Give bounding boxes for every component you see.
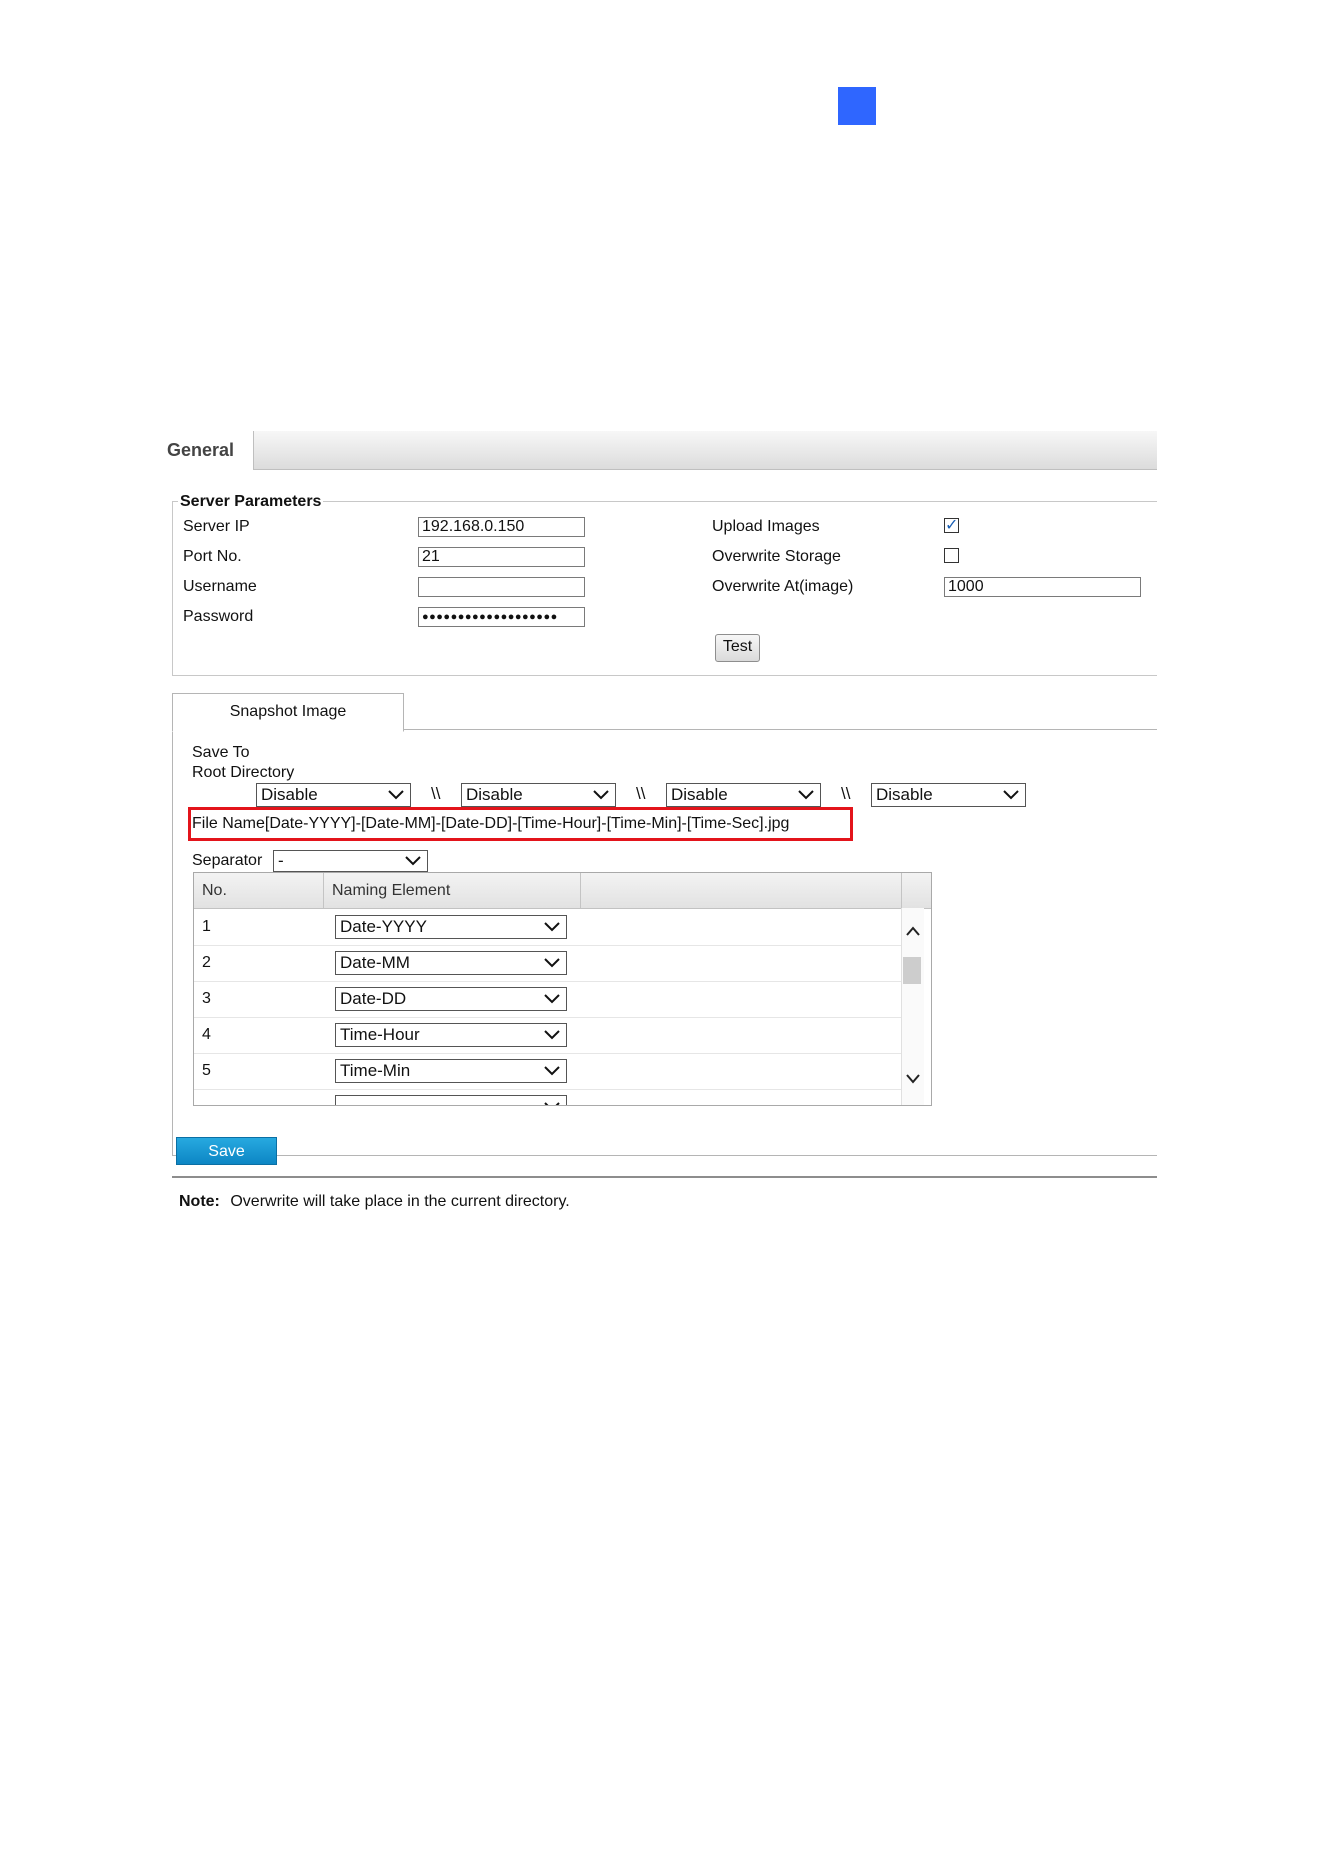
password-field[interactable]: ●●●●●●●●●●●●●●●●●●● bbox=[418, 607, 585, 627]
naming-element-select[interactable]: Time-Min bbox=[335, 1059, 567, 1083]
chevron-down-icon bbox=[1003, 790, 1019, 800]
directory-select-4[interactable]: Disable bbox=[871, 783, 1026, 807]
table-row: 5 Time-Min bbox=[194, 1053, 901, 1090]
chevron-down-icon bbox=[388, 790, 404, 800]
tab-bar bbox=[157, 431, 1157, 470]
chevron-down-icon bbox=[798, 790, 814, 800]
table-scrollbar[interactable] bbox=[901, 908, 924, 1105]
row-number: 5 bbox=[202, 1062, 211, 1079]
table-row: 1 Date-YYYY bbox=[194, 909, 901, 946]
naming-element-value: Time-Hour bbox=[340, 1025, 420, 1044]
directory-select-3-value: Disable bbox=[671, 785, 728, 804]
save-to-label: Save To bbox=[192, 744, 250, 761]
naming-element-table: No. Naming Element 1 Date-YYYY 2 Date-MM… bbox=[193, 872, 932, 1106]
page-marker-square bbox=[838, 87, 876, 125]
settings-screenshot: General Server Parameters Server IP 192.… bbox=[157, 431, 1157, 1226]
naming-element-value: Date-MM bbox=[340, 953, 410, 972]
row-number: 1 bbox=[202, 918, 211, 935]
table-row: 3 Date-DD bbox=[194, 981, 901, 1018]
naming-element-select[interactable]: Date-YYYY bbox=[335, 915, 567, 939]
table-row: 4 Time-Hour bbox=[194, 1017, 901, 1054]
note-text: Overwrite will take place in the current… bbox=[230, 1193, 570, 1210]
column-divider bbox=[580, 873, 581, 908]
upload-images-checkbox[interactable]: ✓ bbox=[944, 517, 959, 534]
chevron-down-icon bbox=[544, 958, 560, 968]
directory-separator: \\ bbox=[636, 784, 646, 803]
row-number: 3 bbox=[202, 990, 211, 1007]
chevron-down-icon bbox=[405, 856, 421, 866]
overwrite-storage-checkbox[interactable] bbox=[944, 548, 959, 563]
file-name-preview: File Name[Date-YYYY]-[Date-MM]-[Date-DD]… bbox=[192, 815, 790, 832]
username-label: Username bbox=[183, 578, 257, 595]
overwrite-storage-label: Overwrite Storage bbox=[712, 548, 841, 565]
column-divider bbox=[901, 873, 902, 908]
note: Note: Overwrite will take place in the c… bbox=[179, 1193, 570, 1211]
upload-images-label: Upload Images bbox=[712, 518, 820, 535]
chevron-down-icon bbox=[544, 994, 560, 1004]
directory-select-2[interactable]: Disable bbox=[461, 783, 616, 807]
chevron-down-icon bbox=[544, 1030, 560, 1040]
separator-select[interactable]: - bbox=[273, 850, 428, 872]
directory-select-1[interactable]: Disable bbox=[256, 783, 411, 807]
chevron-down-icon bbox=[593, 790, 609, 800]
chevron-down-icon[interactable] bbox=[905, 1073, 921, 1085]
tab-snapshot-image[interactable]: Snapshot Image bbox=[172, 693, 404, 732]
naming-element-value: Date-YYYY bbox=[340, 917, 427, 936]
separator-select-value: - bbox=[278, 851, 284, 870]
password-label: Password bbox=[183, 608, 254, 625]
overwrite-at-label: Overwrite At(image) bbox=[712, 578, 854, 595]
tab-general[interactable]: General bbox=[157, 431, 254, 470]
server-ip-field[interactable]: 192.168.0.150 bbox=[418, 517, 585, 537]
directory-select-4-value: Disable bbox=[876, 785, 933, 804]
test-button[interactable]: Test bbox=[715, 634, 760, 662]
directory-select-3[interactable]: Disable bbox=[666, 783, 821, 807]
naming-element-select[interactable]: Date-DD bbox=[335, 987, 567, 1011]
port-label: Port No. bbox=[183, 548, 242, 565]
divider bbox=[172, 1176, 1157, 1178]
directory-separator: \\ bbox=[431, 784, 441, 803]
directory-select-2-value: Disable bbox=[466, 785, 523, 804]
save-button[interactable]: Save bbox=[176, 1137, 277, 1165]
column-header-no: No. bbox=[202, 882, 227, 899]
note-label: Note: bbox=[179, 1193, 220, 1210]
scrollbar-thumb[interactable] bbox=[903, 957, 921, 984]
naming-element-select[interactable] bbox=[335, 1095, 567, 1105]
naming-element-select[interactable]: Time-Hour bbox=[335, 1023, 567, 1047]
column-header-naming-element: Naming Element bbox=[332, 882, 451, 899]
row-number: 4 bbox=[202, 1026, 211, 1043]
chevron-up-icon[interactable] bbox=[905, 925, 921, 937]
chevron-down-icon bbox=[544, 922, 560, 932]
row-number: 2 bbox=[202, 954, 211, 971]
directory-separator: \\ bbox=[841, 784, 851, 803]
chevron-down-icon bbox=[544, 1102, 560, 1105]
server-parameters-legend: Server Parameters bbox=[178, 493, 324, 511]
port-field[interactable]: 21 bbox=[418, 547, 585, 567]
root-directory-label: Root Directory bbox=[192, 764, 295, 781]
naming-element-value: Date-DD bbox=[340, 989, 407, 1008]
overwrite-at-field[interactable]: 1000 bbox=[944, 577, 1141, 597]
directory-select-1-value: Disable bbox=[261, 785, 318, 804]
table-row: 2 Date-MM bbox=[194, 945, 901, 982]
chevron-down-icon bbox=[544, 1066, 560, 1076]
naming-element-value: Time-Min bbox=[340, 1061, 411, 1080]
separator-label: Separator bbox=[192, 852, 263, 869]
server-ip-label: Server IP bbox=[183, 518, 250, 535]
table-row bbox=[194, 1089, 901, 1105]
naming-element-select[interactable]: Date-MM bbox=[335, 951, 567, 975]
username-field[interactable] bbox=[418, 577, 585, 597]
check-icon: ✓ bbox=[945, 517, 959, 534]
